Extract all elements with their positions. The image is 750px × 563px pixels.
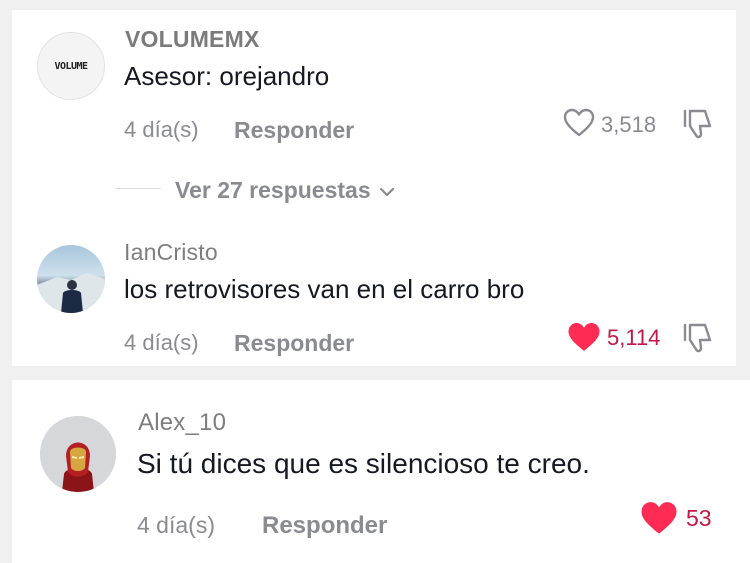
dislike-icon[interactable] <box>680 322 714 354</box>
like-count: 3,518 <box>601 112 657 137</box>
avatar[interactable] <box>37 245 105 313</box>
view-replies-button[interactable]: Ver 27 respuestas <box>175 177 395 204</box>
comment-text: los retrovisores van en el carro bro <box>124 274 525 304</box>
reply-button[interactable]: Responder <box>262 512 387 540</box>
comment-time: 4 día(s) <box>137 512 215 538</box>
comment-username[interactable]: VOLUMEMX <box>125 26 260 53</box>
comment-username[interactable]: IanCristo <box>124 239 218 266</box>
avatar-photo <box>37 273 105 313</box>
heart-filled-icon[interactable] <box>640 501 678 536</box>
like-count: 5,114 <box>607 325 661 350</box>
heart-outline-icon[interactable] <box>563 108 595 138</box>
reply-button[interactable]: Responder <box>234 330 354 357</box>
chevron-down-icon <box>379 187 395 197</box>
reply-button[interactable]: Responder <box>234 117 354 144</box>
view-replies-label: Ver 27 respuestas <box>175 177 371 203</box>
like-count: 53 <box>686 505 712 531</box>
replies-divider <box>115 188 161 189</box>
avatar-logo-text: VOLUME <box>54 60 88 72</box>
comment-card: Alex_10 Si tú dices que es silencioso te… <box>12 380 750 563</box>
comment-username[interactable]: Alex_10 <box>138 409 226 437</box>
dislike-icon[interactable] <box>680 108 714 140</box>
comment-text: Asesor: orejandro <box>124 61 330 91</box>
avatar-photo <box>40 416 116 492</box>
comment-card: VOLUME VOLUMEMX Asesor: orejandro 4 día(… <box>12 10 736 366</box>
comment-time: 4 día(s) <box>124 330 199 355</box>
heart-filled-icon[interactable] <box>567 322 601 353</box>
comment-time: 4 día(s) <box>124 117 199 142</box>
comment-text: Si tú dices que es silencioso te creo. <box>137 448 590 479</box>
avatar[interactable]: VOLUME <box>37 32 105 100</box>
avatar[interactable] <box>40 416 116 492</box>
